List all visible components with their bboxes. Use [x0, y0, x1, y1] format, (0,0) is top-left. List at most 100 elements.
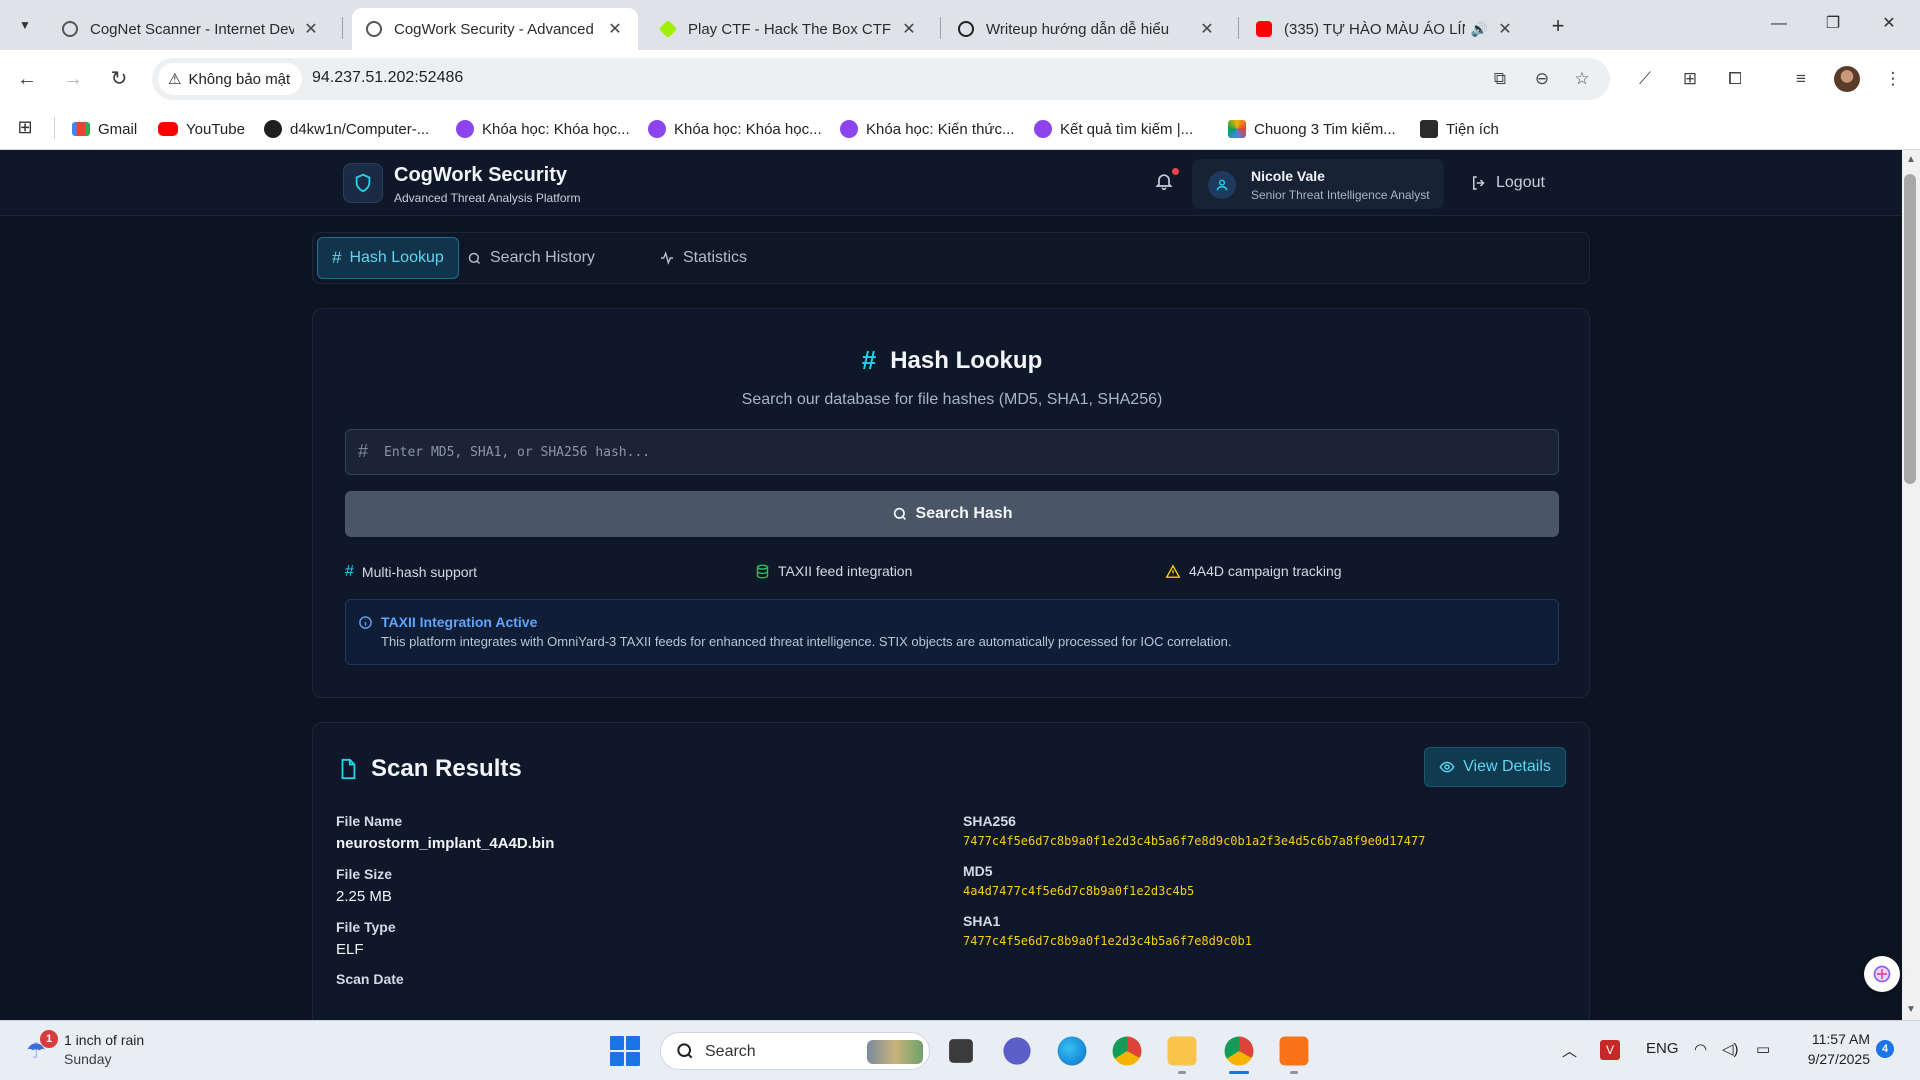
warning-icon: ⚠ [168, 71, 182, 88]
sha256-value: 7477c4f5e6d7c8b9a0f1e2d3c4b5a6f7e8d9c0b1… [963, 834, 1426, 848]
bookmark-label: Kết quả tìm kiếm |... [1060, 120, 1194, 138]
speaker-icon[interactable]: 🔊 [1471, 21, 1488, 38]
tab-label: Search History [490, 249, 595, 266]
chrome-profile-icon[interactable] [1224, 1036, 1254, 1066]
search-hash-button[interactable]: Search Hash [345, 491, 1559, 537]
more-menu-icon[interactable]: ⋮ [1880, 66, 1906, 92]
results-title: Scan Results [371, 755, 522, 782]
task-view-icon[interactable] [949, 1039, 973, 1063]
tab-title: Writeup hướng dẫn dễ hiểu [986, 20, 1170, 38]
profile-avatar[interactable] [1834, 66, 1860, 92]
tab-statistics[interactable]: Statistics [645, 237, 761, 279]
scroll-up-arrow[interactable]: ▲ [1904, 153, 1918, 167]
chevron-up-icon[interactable]: ︿ [1562, 1040, 1577, 1061]
bookmark-github[interactable]: d4kw1n/Computer-... [264, 116, 429, 142]
browser-tab[interactable]: CogNet Scanner - Internet Devi ✕ [48, 8, 334, 50]
browser-tab[interactable]: Play CTF - Hack The Box CTF ✕ [646, 8, 932, 50]
bookmark-gmail[interactable]: Gmail [72, 116, 137, 142]
notification-count[interactable]: 4 [1876, 1040, 1894, 1058]
bookmarks-divider [54, 117, 55, 139]
hash-input-field[interactable]: # [345, 429, 1559, 475]
taskbar-search[interactable]: Search [660, 1032, 930, 1070]
bookmark-youtube[interactable]: YouTube [158, 116, 245, 142]
bookmark-search-results[interactable]: Kết quả tìm kiếm |... [1034, 116, 1193, 142]
chrome-icon[interactable] [1112, 1036, 1142, 1066]
info-title: TAXII Integration Active [381, 614, 538, 630]
user-profile-card[interactable]: Nicole Vale Senior Threat Intelligence A… [1192, 159, 1444, 209]
extension-icon[interactable]: ⊞ [1677, 66, 1703, 92]
apps-grid-icon[interactable]: ⊞ [14, 116, 36, 138]
hash-lookup-card: # Hash Lookup Search our database for fi… [312, 308, 1590, 698]
puzzle-icon [1420, 120, 1438, 138]
view-details-button[interactable]: View Details [1424, 747, 1566, 787]
security-indicator[interactable]: ⚠ Không bảo mật [158, 63, 303, 95]
edge-icon[interactable] [1057, 1036, 1087, 1066]
eye-icon [1439, 761, 1455, 773]
tab-label: Statistics [683, 249, 748, 266]
browser-tab-active[interactable]: CogWork Security - Advanced T ✕ [352, 8, 638, 50]
sublime-text-icon[interactable] [1279, 1036, 1309, 1066]
media-control-icon[interactable]: ≡ [1788, 66, 1814, 92]
doc-icon [1228, 120, 1246, 138]
browser-tab[interactable]: Writeup hướng dẫn dễ hiểu ✕ [944, 8, 1230, 50]
url-text[interactable]: 94.237.51.202:52486 [312, 69, 463, 87]
brand-title: CogWork Security [394, 164, 567, 186]
tab-title: CogWork Security - Advanced T [394, 20, 598, 38]
logout-button[interactable]: Logout [1470, 174, 1545, 192]
tab-hash-lookup[interactable]: # Hash Lookup [317, 237, 459, 279]
file-explorer-icon[interactable] [1167, 1036, 1197, 1066]
database-icon [756, 564, 769, 578]
battery-icon[interactable]: ▭ [1756, 1040, 1770, 1058]
scroll-thumb[interactable] [1904, 174, 1916, 484]
bookmark-course[interactable]: Khóa học: Kiến thức... [840, 116, 1014, 142]
close-icon[interactable]: ✕ [1198, 19, 1216, 39]
hash-input[interactable] [384, 438, 1544, 466]
close-icon[interactable]: ✕ [302, 19, 320, 39]
scan-date-label: Scan Date [336, 971, 404, 987]
scroll-down-arrow[interactable]: ▼ [1904, 1003, 1918, 1017]
antivirus-icon[interactable]: V [1600, 1040, 1620, 1060]
volume-icon[interactable]: ◁) [1722, 1040, 1739, 1058]
file-name-label: File Name [336, 813, 403, 829]
extensions-puzzle-icon[interactable]: ⧠ [1722, 66, 1748, 92]
bookmark-course[interactable]: Khóa học: Khóa học... [648, 116, 822, 142]
translate-icon[interactable]: ⧉ [1488, 67, 1512, 91]
close-icon[interactable]: ✕ [1496, 19, 1514, 39]
feature-label: Multi-hash support [361, 564, 478, 580]
teams-icon[interactable] [1003, 1037, 1031, 1065]
language-indicator[interactable]: ENG [1646, 1040, 1679, 1057]
logout-label: Logout [1496, 174, 1545, 191]
zoom-icon[interactable]: ⊖ [1530, 67, 1554, 91]
weather-widget[interactable]: ☂ 1 1 inch of rain Sunday [26, 1030, 206, 1072]
address-bar[interactable]: ⚠ Không bảo mật 94.237.51.202:52486 ⧉ ⊖ … [152, 58, 1610, 100]
sparkle-icon [1873, 965, 1891, 983]
minimize-button[interactable]: — [1756, 10, 1802, 38]
forward-button[interactable]: → [58, 64, 88, 94]
clock-date[interactable]: 9/27/2025 [1794, 1051, 1870, 1067]
course-icon [840, 120, 858, 138]
windows-start-icon[interactable] [610, 1036, 640, 1066]
bookmark-star-icon[interactable]: ☆ [1570, 67, 1594, 91]
reload-button[interactable]: ↻ [104, 64, 134, 94]
running-indicator [1178, 1071, 1186, 1074]
tab-search-button[interactable]: ▼ [12, 12, 38, 38]
browser-tab[interactable]: (335) TỰ HÀO MÀU ÁO LÍNH 🔊 ✕ [1242, 8, 1528, 50]
close-window-button[interactable]: ✕ [1866, 10, 1912, 38]
file-name-value: neurostorm_implant_4A4D.bin [336, 835, 555, 852]
back-button[interactable]: ← [12, 64, 42, 94]
close-icon[interactable]: ✕ [606, 19, 624, 39]
extension-icon[interactable]: ⟋ [1632, 66, 1658, 92]
feature-campaign: 4A4D campaign tracking [1165, 563, 1342, 579]
wifi-icon[interactable]: ◠ [1694, 1040, 1707, 1058]
new-tab-button[interactable]: + [1544, 12, 1572, 40]
clock-time[interactable]: 11:57 AM [1794, 1031, 1870, 1047]
bookmark-chapter[interactable]: Chuong 3 Tim kiếm... [1228, 116, 1396, 142]
hash-icon: # [332, 248, 342, 267]
close-icon[interactable]: ✕ [900, 19, 918, 39]
ai-assistant-icon[interactable] [1864, 956, 1900, 992]
restore-button[interactable]: ❐ [1810, 10, 1856, 38]
bookmark-course[interactable]: Khóa học: Khóa học... [456, 116, 630, 142]
bookmark-extensions[interactable]: Tiện ích [1420, 116, 1499, 142]
tab-search-history[interactable]: Search History [453, 237, 609, 279]
lookup-subtitle: Search our database for file hashes (MD5… [741, 391, 1163, 408]
